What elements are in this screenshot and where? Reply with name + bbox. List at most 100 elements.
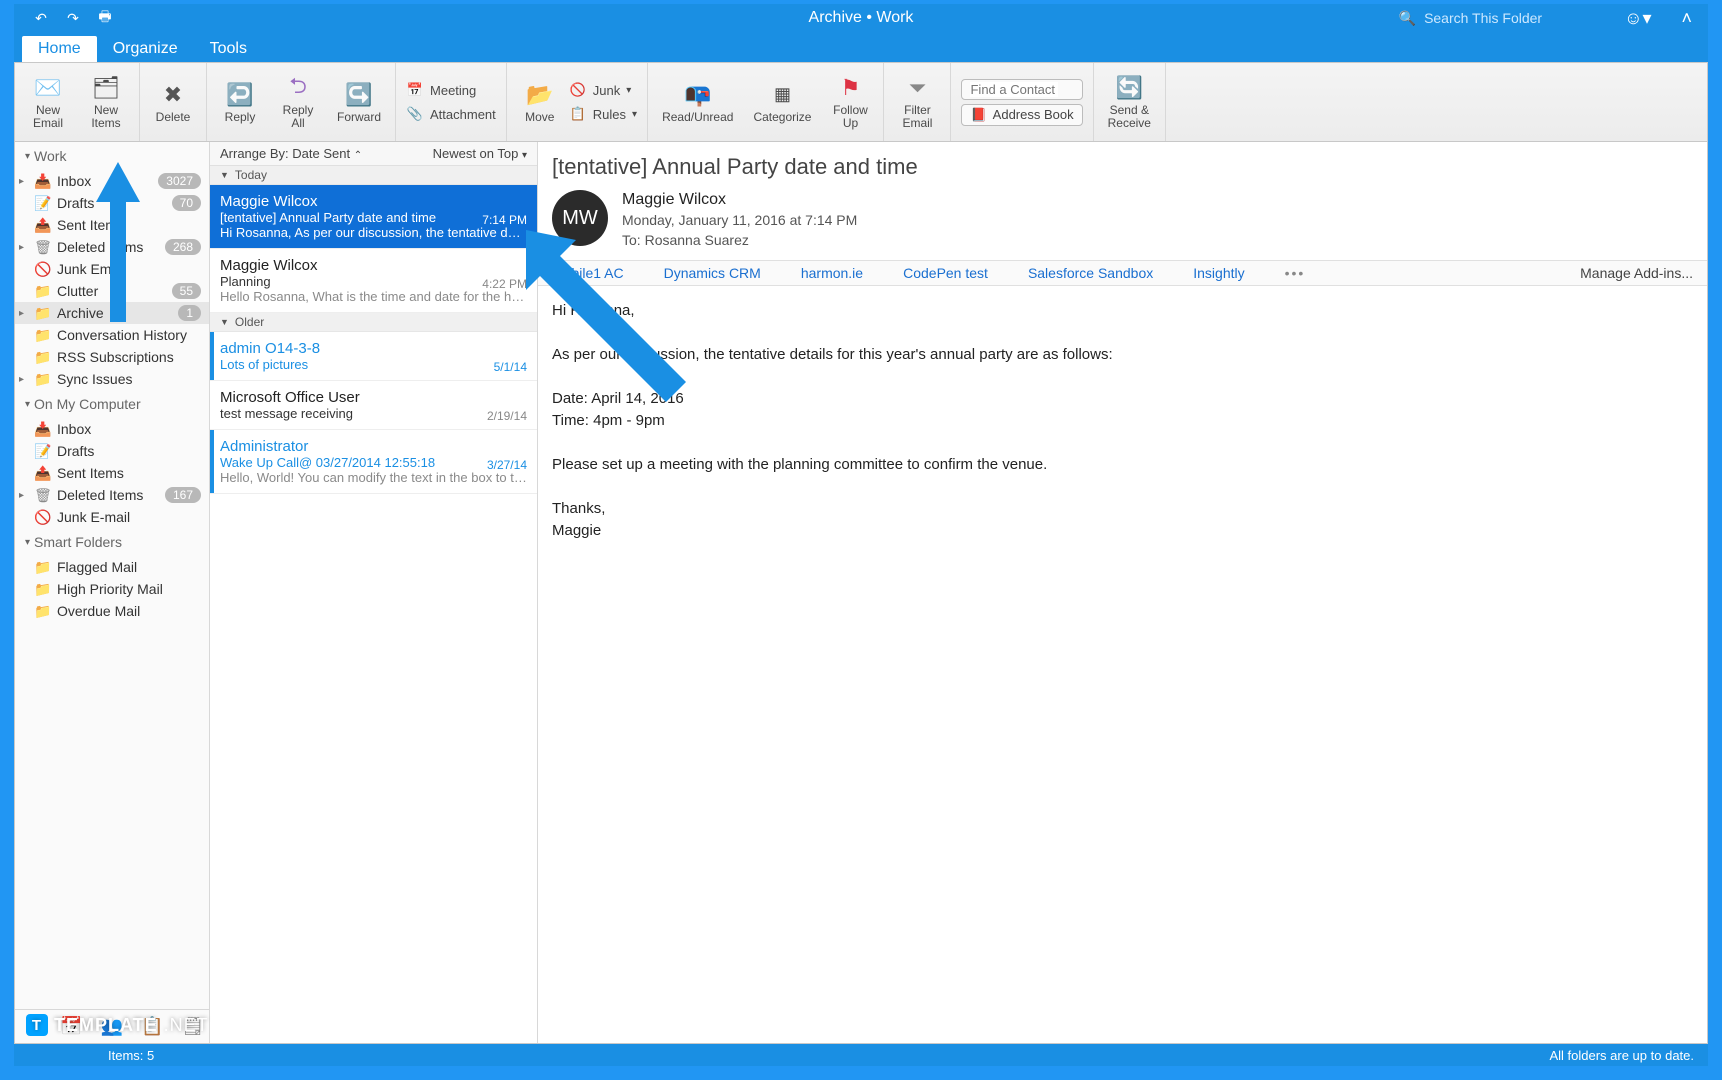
reply-button[interactable]: ↩️Reply	[217, 81, 263, 124]
chevron-icon: ⌃	[354, 150, 362, 161]
folder-archive[interactable]: ▸📁Archive1	[15, 302, 209, 324]
collapse-ribbon-icon[interactable]: ˄	[1681, 8, 1692, 29]
folder-icon: 📁	[35, 603, 51, 619]
sidebar-section-header[interactable]: ▾ Smart Folders	[15, 528, 209, 556]
chevron-down-icon: ▾	[626, 85, 631, 96]
rules-icon: 📋	[569, 105, 587, 123]
msg-from: Maggie Wilcox	[220, 257, 527, 274]
new-items-button[interactable]: 🗂New Items	[83, 74, 129, 130]
folder-drafts[interactable]: 📝Drafts70	[15, 192, 209, 214]
msglist-section[interactable]: ▼ Today	[210, 166, 537, 185]
address-book-button[interactable]: 📕Address Book	[961, 104, 1082, 126]
addin-link[interactable]: Insightly	[1193, 265, 1244, 281]
message-subject: [tentative] Annual Party date and time	[552, 154, 1693, 180]
expand-icon[interactable]: ▸	[19, 242, 24, 253]
delete-button[interactable]: ✖Delete	[150, 81, 196, 124]
search-box[interactable]: 🔍	[1399, 10, 1594, 27]
folder-rss-subscriptions[interactable]: 📁RSS Subscriptions	[15, 346, 209, 368]
msg-time: 5/1/14	[494, 360, 527, 374]
msg-time: 4:22 PM	[482, 277, 527, 291]
forward-icon: ↪️	[345, 81, 373, 109]
move-button[interactable]: 📂Move	[517, 81, 563, 124]
folder-sent-items[interactable]: 📤Sent Items	[15, 214, 209, 236]
expand-icon[interactable]: ▸	[19, 308, 24, 319]
inbox-icon: 📥	[35, 421, 51, 437]
folder-label: RSS Subscriptions	[57, 349, 201, 365]
forward-button[interactable]: ↪️Forward	[333, 81, 385, 124]
folder-deleted-items[interactable]: ▸🗑Deleted Items167	[15, 484, 209, 506]
msg-from: admin O14-3-8	[220, 340, 527, 357]
arrange-by[interactable]: Arrange By: Date Sent ⌃	[220, 146, 362, 161]
folder-label: Overdue Mail	[57, 603, 201, 619]
read-unread-button[interactable]: 📭Read/Unread	[658, 81, 737, 124]
message-item[interactable]: Maggie Wilcox[tentative] Annual Party da…	[210, 185, 537, 249]
msglist-section[interactable]: ▼ Older	[210, 313, 537, 332]
addin-link[interactable]: Mobile1 AC	[552, 265, 624, 281]
new-email-button[interactable]: ✉️New Email	[25, 74, 71, 130]
redo-icon[interactable]: ↷	[64, 9, 82, 27]
expand-icon[interactable]: ▸	[19, 176, 24, 187]
addin-link[interactable]: CodePen test	[903, 265, 988, 281]
rules-button[interactable]: 📋Rules▾	[569, 103, 637, 125]
manage-addins[interactable]: Manage Add-ins...	[1580, 265, 1693, 281]
move-icon: 📂	[526, 81, 554, 109]
folder-junk-e-mail[interactable]: 🚫Junk E-mail	[15, 506, 209, 528]
feedback-icon[interactable]: ☺▾	[1624, 8, 1651, 29]
folder-label: High Priority Mail	[57, 581, 201, 597]
meeting-button[interactable]: 📅Meeting	[406, 79, 496, 101]
folder-high-priority-mail[interactable]: 📁 High Priority Mail	[15, 578, 209, 600]
folder-inbox[interactable]: ▸📥Inbox3027	[15, 170, 209, 192]
folder-junk-email[interactable]: 🚫Junk Email	[15, 258, 209, 280]
addin-more[interactable]: •••	[1285, 265, 1306, 281]
folder-overdue-mail[interactable]: 📁 Overdue Mail	[15, 600, 209, 622]
folder-inbox[interactable]: 📥Inbox	[15, 418, 209, 440]
sidebar-section-header[interactable]: ▾ Work	[15, 142, 209, 170]
chevron-down-icon: ▾	[522, 150, 527, 161]
find-contact-input[interactable]	[961, 79, 1082, 100]
follow-up-button[interactable]: ⚑Follow Up	[827, 74, 873, 130]
sender-name: Maggie Wilcox	[622, 190, 857, 210]
msg-preview: Hello, World! You can modify the text in…	[220, 470, 527, 485]
categorize-button[interactable]: ▦Categorize	[749, 81, 815, 124]
reply-icon: ↩️	[226, 81, 254, 109]
addin-link[interactable]: harmon.ie	[801, 265, 863, 281]
folder-icon: 📁	[35, 581, 51, 597]
print-icon[interactable]: 🖶	[96, 9, 114, 27]
send-receive-button[interactable]: 🔄Send & Receive	[1104, 74, 1155, 130]
expand-icon[interactable]: ▸	[19, 374, 24, 385]
folder-drafts[interactable]: 📝Drafts	[15, 440, 209, 462]
ribbon-tabs: Home Organize Tools	[14, 32, 1708, 62]
message-item[interactable]: AdministratorWake Up Call@ 03/27/2014 12…	[210, 430, 537, 494]
undo-icon[interactable]: ↶	[32, 9, 50, 27]
folder-sent-items[interactable]: 📤Sent Items	[15, 462, 209, 484]
folder-label: Inbox	[57, 173, 152, 189]
junk-button[interactable]: 🚫Junk▾	[569, 79, 637, 101]
folder-flagged-mail[interactable]: 📁Flagged Mail	[15, 556, 209, 578]
tab-tools[interactable]: Tools	[194, 36, 263, 62]
filter-email-button[interactable]: ⏷Filter Email	[894, 74, 940, 130]
folder-sidebar: ▾ Work▸📥Inbox3027📝Drafts70📤Sent Items▸🗑D…	[15, 142, 210, 1043]
folder-clutter[interactable]: 📁Clutter55	[15, 280, 209, 302]
reply-all-button[interactable]: ⮌Reply All	[275, 74, 321, 130]
folder-sync-issues[interactable]: ▸📁Sync Issues	[15, 368, 209, 390]
folder-deleted-items[interactable]: ▸🗑Deleted Items268	[15, 236, 209, 258]
message-item[interactable]: admin O14-3-8Lots of pictures5/1/14	[210, 332, 537, 381]
message-item[interactable]: Maggie WilcoxPlanningHello Rosanna, What…	[210, 249, 537, 313]
sent-date: Monday, January 11, 2016 at 7:14 PM	[622, 210, 857, 230]
folder-conversation-history[interactable]: 📁Conversation History	[15, 324, 209, 346]
expand-icon[interactable]: ▸	[19, 490, 24, 501]
search-input[interactable]	[1424, 10, 1594, 26]
addin-link[interactable]: Dynamics CRM	[664, 265, 761, 281]
msg-from: Microsoft Office User	[220, 389, 527, 406]
sidebar-section-header[interactable]: ▾ On My Computer	[15, 390, 209, 418]
sort-order[interactable]: Newest on Top ▾	[433, 146, 527, 161]
attachment-button[interactable]: 📎Attachment	[406, 103, 496, 125]
tab-organize[interactable]: Organize	[97, 36, 194, 62]
addin-link[interactable]: Salesforce Sandbox	[1028, 265, 1153, 281]
tab-home[interactable]: Home	[22, 36, 97, 62]
message-item[interactable]: Microsoft Office Usertest message receiv…	[210, 381, 537, 430]
msg-time: 2/19/14	[487, 409, 527, 423]
calendar-icon: 📅	[406, 81, 424, 99]
ribbon: ✉️New Email 🗂New Items ✖Delete ↩️Reply ⮌…	[14, 62, 1708, 142]
sync-status: All folders are up to date.	[1549, 1048, 1694, 1063]
